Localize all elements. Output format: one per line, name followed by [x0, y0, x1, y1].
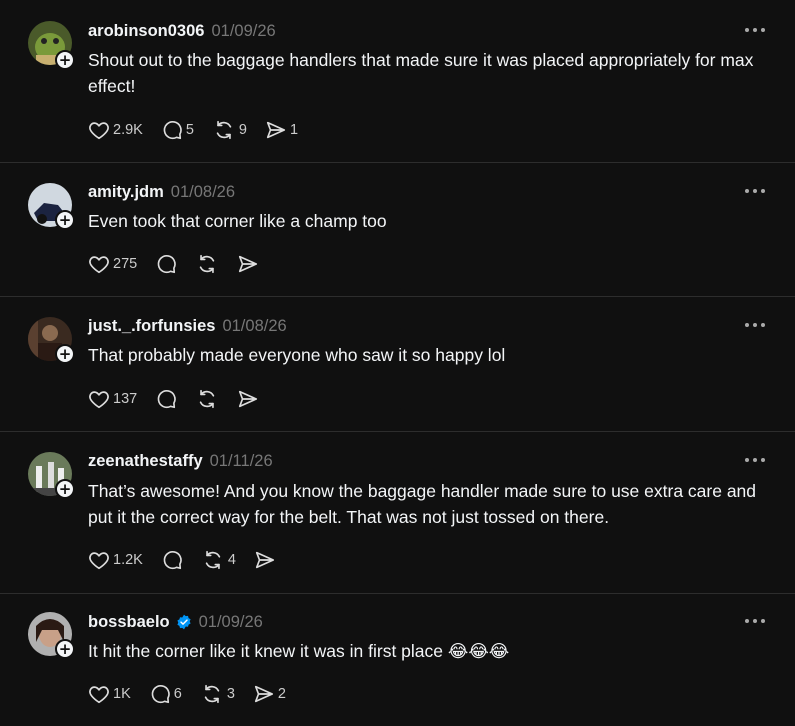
- comment-icon: [157, 390, 176, 409]
- post-text: That probably made everyone who saw it s…: [88, 345, 506, 365]
- comment-icon: [163, 121, 182, 140]
- post-text: That’s awesome! And you know the baggage…: [88, 481, 757, 527]
- reply-button[interactable]: 5: [161, 119, 194, 141]
- heart-icon: [89, 391, 109, 409]
- reply-count: 5: [185, 122, 194, 138]
- share-button[interactable]: [237, 388, 259, 410]
- reply-post: + bossbaelo 01/09/26 It hit the corner l…: [0, 594, 795, 726]
- replies-feed: + arobinson0306 01/09/26 Shout out to th…: [0, 0, 795, 726]
- reply-count: 6: [173, 686, 182, 702]
- share-button[interactable]: [237, 253, 259, 275]
- reply-post: + amity.jdm 01/08/26 Even took that corn…: [0, 163, 795, 297]
- heart-icon: [89, 122, 109, 140]
- share-count: 1: [290, 122, 299, 138]
- repost-icon: [199, 254, 215, 274]
- post-date[interactable]: 01/09/26: [199, 613, 263, 632]
- like-button[interactable]: 275: [88, 253, 137, 275]
- action-bar: 137: [88, 387, 277, 411]
- share-button[interactable]: 1: [265, 119, 298, 141]
- comment-icon: [163, 551, 182, 570]
- username[interactable]: arobinson0306: [88, 22, 204, 41]
- reply-button[interactable]: [155, 253, 177, 275]
- comment-icon: [151, 685, 170, 704]
- post-date[interactable]: 01/08/26: [222, 317, 286, 336]
- share-button[interactable]: [254, 549, 276, 571]
- repost-count: 3: [226, 686, 235, 702]
- username[interactable]: zeenathestaffy: [88, 452, 203, 471]
- username[interactable]: just._.forfunsies: [88, 317, 215, 336]
- action-bar: 1.2K 4: [88, 548, 294, 572]
- post-text-body: It hit the corner like it knew it was in…: [88, 641, 443, 661]
- send-icon: [254, 685, 273, 703]
- reply-post: + zeenathestaffy 01/11/26 That’s awesome…: [0, 432, 795, 594]
- post-text: Shout out to the baggage handlers that m…: [88, 50, 754, 96]
- reply-button[interactable]: [161, 549, 183, 571]
- share-count: 2: [277, 686, 286, 702]
- post-date[interactable]: 01/11/26: [210, 452, 273, 471]
- send-icon: [266, 121, 286, 139]
- like-button[interactable]: 137: [88, 388, 137, 410]
- like-count: 1K: [113, 686, 131, 702]
- more-options-icon[interactable]: [743, 185, 767, 197]
- like-count: 137: [113, 391, 138, 407]
- repost-button[interactable]: 3: [200, 683, 235, 705]
- follow-plus-icon[interactable]: +: [55, 210, 75, 230]
- heart-icon: [89, 552, 109, 570]
- repost-button[interactable]: 9: [212, 119, 247, 141]
- follow-plus-icon[interactable]: +: [55, 344, 75, 364]
- repost-button[interactable]: [195, 253, 219, 275]
- follow-plus-icon[interactable]: +: [55, 479, 75, 499]
- post-date[interactable]: 01/09/26: [211, 22, 275, 41]
- username[interactable]: bossbaelo: [88, 613, 170, 632]
- reply-post: + arobinson0306 01/09/26 Shout out to th…: [0, 0, 795, 163]
- repost-icon: [199, 389, 215, 409]
- post-text: Even took that corner like a champ too: [88, 211, 387, 231]
- more-options-icon[interactable]: [743, 615, 767, 627]
- post-text: It hit the corner like it knew it was in…: [88, 638, 768, 664]
- reply-post: + just._.forfunsies 01/08/26 That probab…: [0, 297, 795, 432]
- repost-icon: [216, 120, 232, 140]
- heart-icon: [89, 686, 109, 704]
- send-icon: [239, 255, 258, 273]
- post-header: amity.jdm 01/08/26: [88, 181, 235, 203]
- follow-plus-icon[interactable]: +: [55, 639, 75, 659]
- emoji-laughing-icon: 😂😂😂: [447, 641, 510, 661]
- repost-count: 4: [227, 552, 236, 568]
- heart-icon: [89, 256, 109, 274]
- reply-button[interactable]: 6: [149, 683, 182, 705]
- repost-icon: [204, 684, 220, 704]
- repost-count: 9: [238, 122, 247, 138]
- send-icon: [255, 551, 274, 569]
- like-count: 275: [113, 256, 138, 272]
- more-options-icon[interactable]: [743, 24, 767, 36]
- like-button[interactable]: 2.9K: [88, 119, 143, 141]
- repost-icon: [205, 550, 221, 570]
- username[interactable]: amity.jdm: [88, 183, 164, 202]
- verified-badge-icon: [177, 614, 191, 630]
- repost-button[interactable]: [195, 388, 219, 410]
- comment-icon: [157, 255, 176, 274]
- like-count: 1.2K: [113, 552, 143, 568]
- like-button[interactable]: 1K: [88, 683, 131, 705]
- post-header: zeenathestaffy 01/11/26: [88, 450, 273, 472]
- follow-plus-icon[interactable]: +: [55, 50, 75, 70]
- post-header: bossbaelo 01/09/26: [88, 611, 263, 633]
- more-options-icon[interactable]: [743, 319, 767, 331]
- post-header: just._.forfunsies 01/08/26: [88, 315, 287, 337]
- like-button[interactable]: 1.2K: [88, 549, 143, 571]
- action-bar: 275: [88, 252, 277, 276]
- more-options-icon[interactable]: [743, 454, 767, 466]
- send-icon: [239, 390, 258, 408]
- like-count: 2.9K: [113, 122, 143, 138]
- repost-button[interactable]: 4: [201, 549, 236, 571]
- share-button[interactable]: 2: [253, 683, 286, 705]
- reply-button[interactable]: [155, 388, 177, 410]
- action-bar: 1K 6 3 2: [88, 682, 304, 706]
- action-bar: 2.9K 5 9 1: [88, 118, 316, 142]
- post-date[interactable]: 01/08/26: [171, 183, 235, 202]
- post-header: arobinson0306 01/09/26: [88, 20, 276, 42]
